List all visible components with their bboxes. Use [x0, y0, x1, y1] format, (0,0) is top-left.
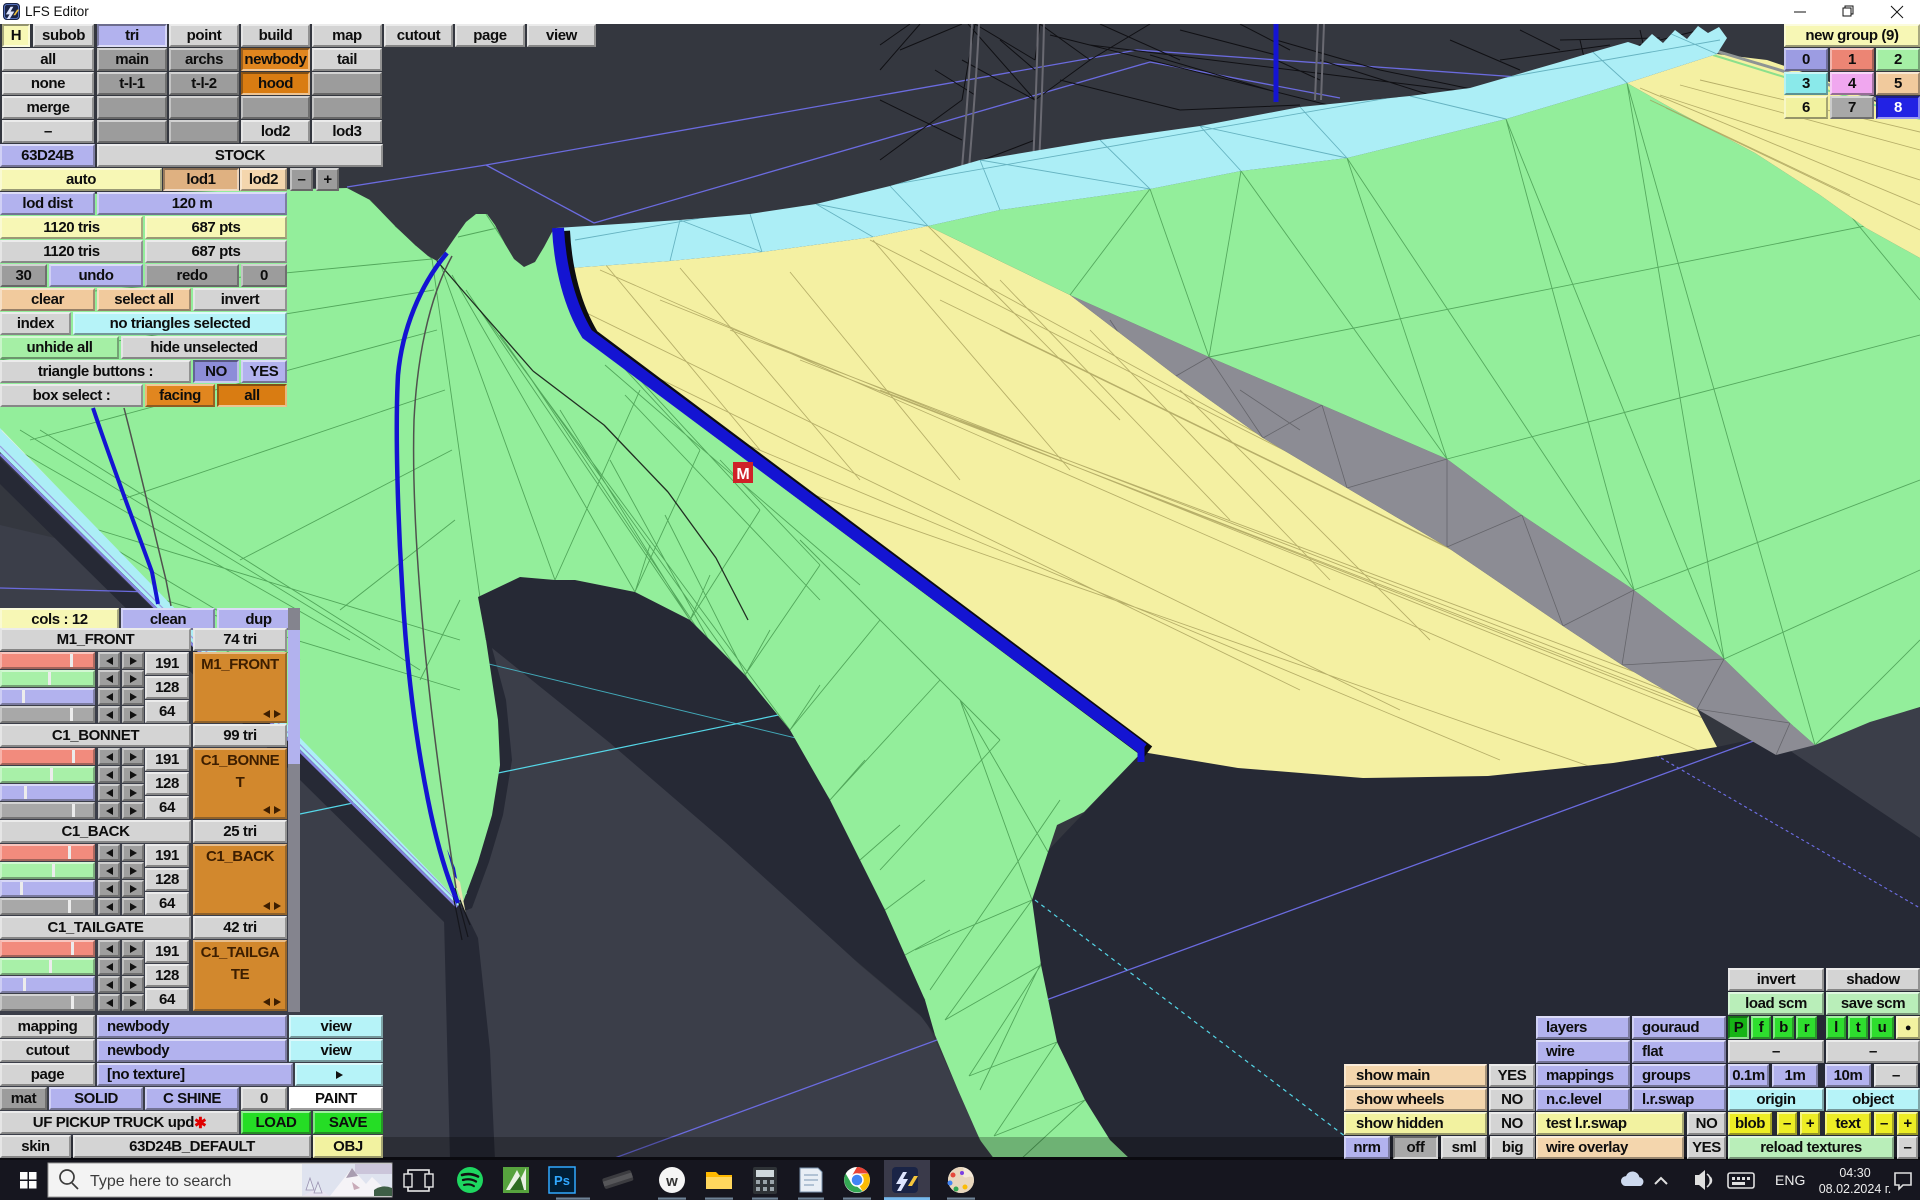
svg-text:Ps: Ps: [554, 1173, 570, 1188]
svg-text:Type here to search: Type here to search: [90, 1173, 231, 1190]
svg-text:08.02.2024 г.: 08.02.2024 г.: [1819, 1182, 1892, 1196]
svg-text:w: w: [665, 1173, 678, 1190]
svg-text:04:30: 04:30: [1839, 1166, 1870, 1180]
svg-text:ENG: ENG: [1775, 1172, 1805, 1188]
svg-text:M: M: [736, 466, 749, 483]
